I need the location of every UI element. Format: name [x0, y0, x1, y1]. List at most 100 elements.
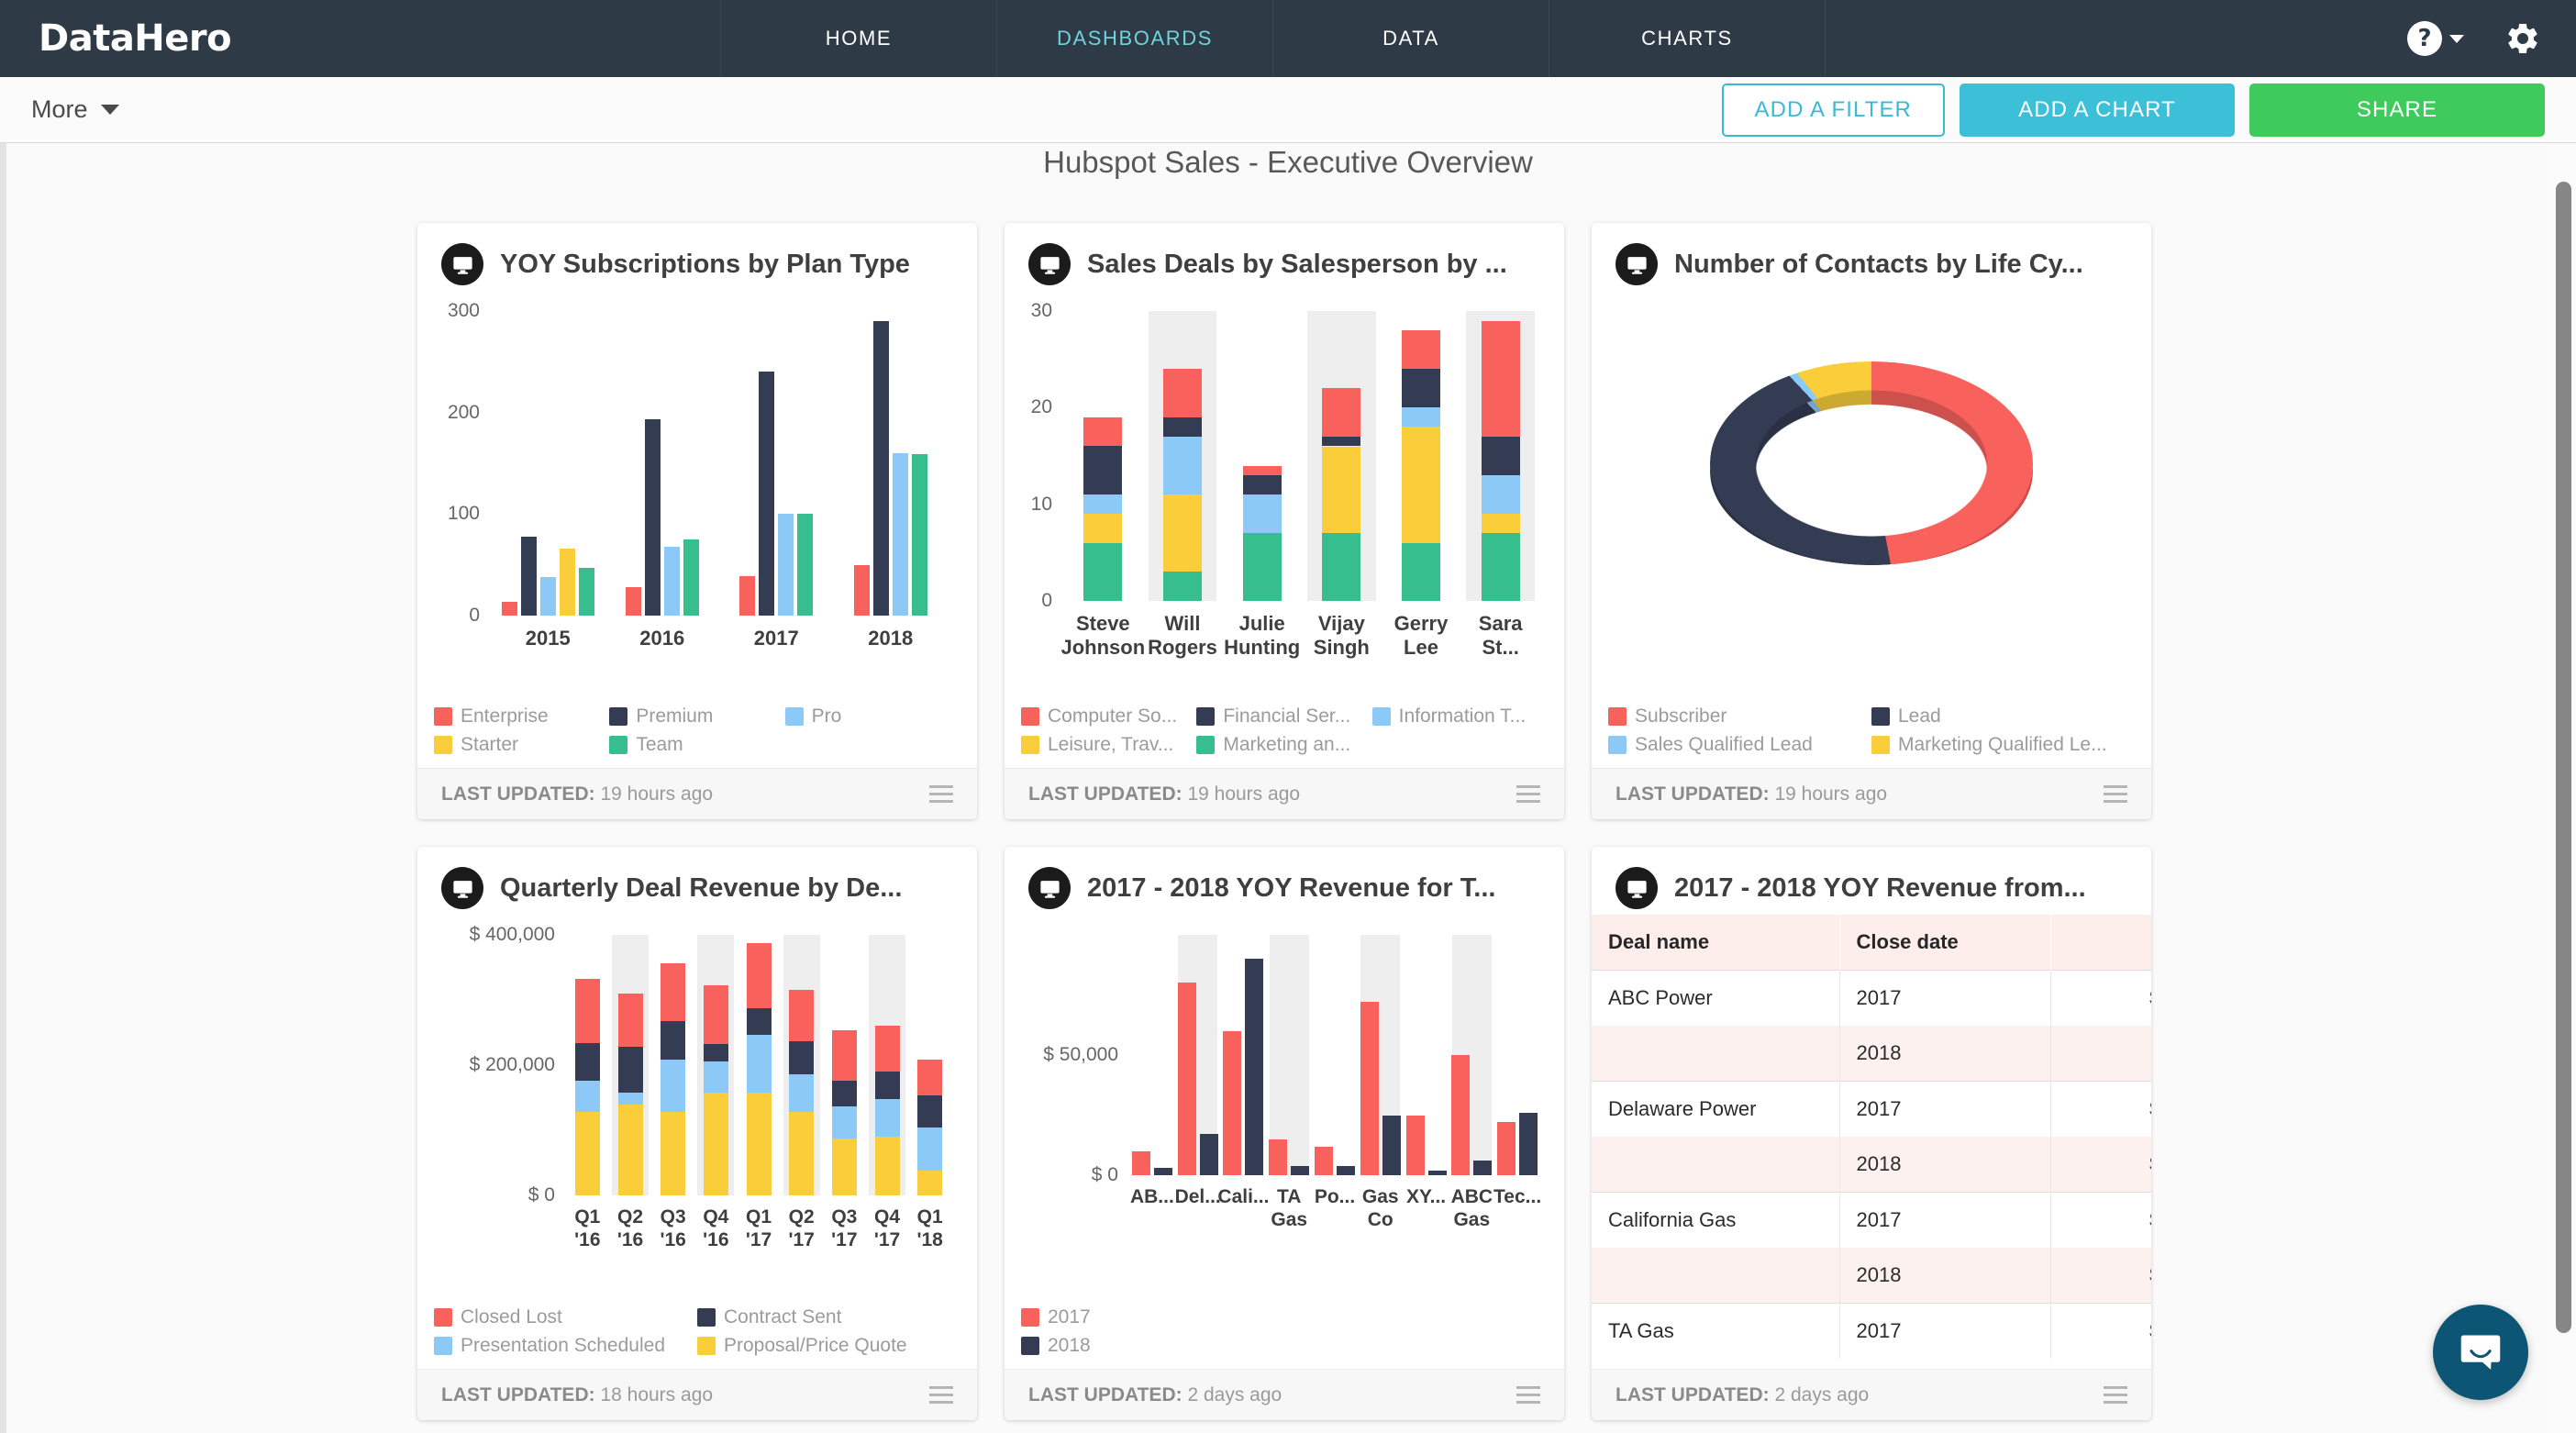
nav-item-data[interactable]: DATA [1273, 0, 1549, 77]
x-axis-tick-label: XY... [1406, 1186, 1446, 1209]
chart-card-quarterly-revenue[interactable]: Quarterly Deal Revenue by De... $ 0$ 200… [417, 847, 977, 1420]
bar [1360, 1002, 1379, 1175]
cell-deal-name: ABC Power [1592, 971, 1839, 1027]
cell-deal-name: TA Gas [1592, 1304, 1839, 1360]
deals-table: Deal nameClose dateAmouABC Power2017$ 10… [1592, 915, 2151, 1359]
table-row[interactable]: California Gas2017$ 60,00 [1592, 1193, 2151, 1249]
legend-label: Marketing Qualified Le... [1898, 734, 2107, 756]
legend-swatch [1372, 707, 1391, 726]
nav-item-home[interactable]: HOME [721, 0, 997, 77]
table-header-cell[interactable]: Amou [2050, 915, 2151, 971]
share-button[interactable]: SHARE [2249, 83, 2545, 137]
card-footer: LAST UPDATED: 2 days ago [1005, 1369, 1564, 1420]
more-menu-button[interactable]: More [31, 95, 119, 124]
legend-label: Subscriber [1635, 705, 1727, 728]
legend-label: 2017 [1048, 1306, 1091, 1328]
cell-close-date: 2017 [1839, 1193, 2050, 1249]
legend-item: Pro [785, 705, 960, 728]
bar [1337, 1166, 1355, 1175]
card-menu-icon[interactable] [929, 1386, 953, 1404]
x-axis-tick-label: 2015 [526, 627, 571, 650]
donut-chart-contacts[interactable] [1604, 291, 2138, 676]
dashboard-title[interactable]: Hubspot Sales - Executive Overview [0, 145, 2576, 180]
page-scrollbar-thumb[interactable] [2556, 182, 2571, 1333]
cell-amount: $ 17,00 [2050, 1137, 2151, 1193]
bar [1428, 1171, 1447, 1175]
card-menu-icon[interactable] [929, 785, 953, 803]
bar [1154, 1168, 1172, 1175]
legend-item: Information T... [1372, 705, 1548, 728]
card-footer: LAST UPDATED: 19 hours ago [1592, 768, 2151, 819]
add-a-filter-button[interactable]: ADD A FILTER [1722, 83, 1945, 137]
donut-ring [1710, 361, 2033, 565]
bar [1291, 1166, 1309, 1175]
bar-segment [618, 1105, 643, 1195]
card-header: 2017 - 2018 YOY Revenue from... [1592, 847, 2151, 915]
bar-segment [832, 1106, 857, 1138]
legend-swatch [697, 1308, 716, 1327]
bar-segment [1163, 572, 1202, 601]
cell-amount: $ 60,00 [2050, 1193, 2151, 1249]
legend-item: Financial Ser... [1196, 705, 1371, 728]
nav-item-dashboards[interactable]: DASHBOARDS [997, 0, 1273, 77]
stacked-bar-chart-quarterly-revenue[interactable]: $ 0$ 200,000$ 400,000Q1'16Q2'16Q3'16Q4'1… [430, 915, 964, 1272]
bar-segment [1402, 407, 1440, 427]
table-row[interactable]: Delaware Power2017$ 80,00 [1592, 1082, 2151, 1138]
card-menu-icon[interactable] [1516, 1386, 1540, 1404]
legend-item: 2017 [1021, 1306, 1548, 1328]
bar-segment [1322, 447, 1360, 534]
legend-swatch [1608, 707, 1627, 726]
legend-swatch [434, 736, 452, 754]
gear-icon[interactable] [2504, 20, 2541, 57]
bar-segment [1163, 437, 1202, 494]
legend-item: Team [609, 734, 784, 756]
bar [1322, 388, 1360, 601]
table-row[interactable]: TA Gas2017$ 15,00 [1592, 1304, 2151, 1360]
bar-chart-yoy-subscriptions[interactable]: 01002003002015201620172018 [430, 291, 964, 676]
table-header-cell[interactable]: Deal name [1592, 915, 1839, 971]
help-menu-button[interactable]: ? [2407, 21, 2464, 56]
chart-card-contacts-life-cycle[interactable]: Number of Contacts by Life Cy... Subscri… [1592, 223, 2151, 819]
bar-segment [661, 1112, 685, 1195]
x-axis-tick-label: ABCGas [1451, 1186, 1493, 1232]
x-axis-tick-label: Cali... [1217, 1186, 1269, 1209]
nav-item-charts[interactable]: CHARTS [1549, 0, 1826, 77]
card-menu-icon[interactable] [1516, 785, 1540, 803]
grouped-bar-chart-yoy-revenue[interactable]: $ 0$ 50,000AB...Del...Cali...TAGasPo...G… [1017, 915, 1551, 1254]
card-menu-icon[interactable] [2104, 785, 2127, 803]
card-body: 01002003002015201620172018 [417, 291, 977, 768]
bar-segment [789, 990, 814, 1042]
bar-segment [1402, 427, 1440, 542]
bar-segment [875, 1026, 900, 1072]
bar-segment [789, 1041, 814, 1073]
bar [1406, 1116, 1425, 1176]
x-axis-tick-label: JulieHunting [1224, 612, 1300, 660]
bar-segment [661, 963, 685, 1020]
chart-card-sales-deals[interactable]: Sales Deals by Salesperson by ... 010203… [1005, 223, 1564, 819]
bar [1382, 1116, 1401, 1176]
bar-segment [1083, 514, 1122, 543]
legend-item: Contract Sent [697, 1306, 960, 1328]
bar-segment [618, 994, 643, 1047]
chart-card-yoy-subscriptions[interactable]: YOY Subscriptions by Plan Type 010020030… [417, 223, 977, 819]
bar-segment [575, 1081, 600, 1112]
x-axis-tick-label: Q1'18 [916, 1206, 942, 1252]
table-row[interactable]: 2018$ 3,00 [1592, 1026, 2151, 1082]
y-axis-tick-label: $ 0 [430, 1184, 555, 1206]
stacked-bar-chart-sales-deals[interactable]: 0102030SteveJohnsonWillRogersJulieHuntin… [1017, 291, 1551, 676]
add-a-chart-button[interactable]: ADD A CHART [1960, 83, 2235, 137]
brand-logo[interactable]: DataHero [0, 0, 721, 77]
chart-card-yoy-revenue-table[interactable]: 2017 - 2018 YOY Revenue from... Deal nam… [1592, 847, 2151, 1420]
table-header-cell[interactable]: Close date [1839, 915, 2050, 971]
chat-bubble-icon[interactable] [2433, 1305, 2528, 1400]
card-menu-icon[interactable] [2104, 1386, 2127, 1404]
chart-card-yoy-revenue-deals[interactable]: 2017 - 2018 YOY Revenue for T... $ 0$ 50… [1005, 847, 1564, 1420]
table-scroll-area[interactable]: Deal nameClose dateAmouABC Power2017$ 10… [1592, 915, 2151, 1369]
bar [626, 587, 641, 616]
table-row[interactable]: 2018$ 90,00 [1592, 1248, 2151, 1304]
bar-segment [1482, 321, 1520, 437]
table-row[interactable]: 2018$ 17,00 [1592, 1137, 2151, 1193]
bar [1473, 1161, 1492, 1175]
bar-segment [789, 1112, 814, 1195]
table-row[interactable]: ABC Power2017$ 10,00 [1592, 971, 2151, 1027]
